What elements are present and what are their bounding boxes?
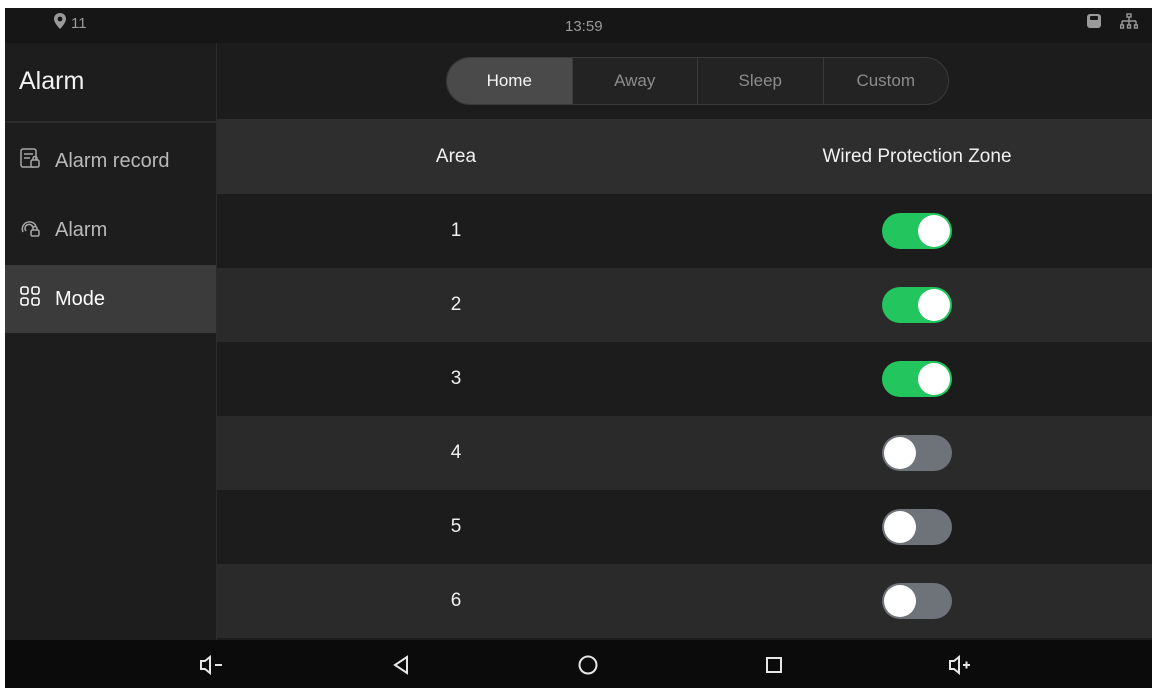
sidebar-divider — [5, 121, 216, 123]
table-row: 4 — [217, 416, 1152, 490]
status-bar: 11 13:59 — [5, 8, 1152, 43]
tab-custom[interactable]: Custom — [822, 58, 949, 104]
alarm-icon — [19, 216, 41, 244]
table-row: 3 — [217, 342, 1152, 416]
zone-cell — [695, 564, 1139, 638]
toggle-knob — [918, 215, 950, 247]
toggle-knob — [884, 437, 916, 469]
sidebar-item-mode[interactable]: Mode — [5, 265, 216, 333]
zone-toggle[interactable] — [882, 583, 952, 619]
table-header: Area Wired Protection Zone — [217, 119, 1152, 194]
sidebar-item-label: Mode — [55, 287, 106, 310]
zone-toggle[interactable] — [882, 213, 952, 249]
area-number: 1 — [450, 220, 462, 241]
toggle-knob — [884, 585, 916, 617]
device-screen: 11 13:59 Alarm Alarm record Alarm Mode H… — [5, 8, 1152, 688]
column-header-area: Area — [435, 145, 477, 167]
sidebar: Alarm Alarm record Alarm Mode — [5, 43, 217, 640]
toggle-knob — [918, 289, 950, 321]
area-number: 2 — [450, 294, 462, 315]
recents-icon[interactable] — [761, 652, 787, 678]
sidebar-item-label: Alarm — [55, 218, 108, 241]
zone-toggle[interactable] — [882, 435, 952, 471]
alarm-record-icon — [19, 147, 41, 175]
toggle-knob — [918, 363, 950, 395]
page-title: Alarm — [19, 67, 85, 95]
tab-home[interactable]: Home — [447, 58, 572, 104]
volume-down-icon[interactable] — [198, 652, 224, 678]
main-content: Home Away Sleep Custom Area Wired Protec… — [217, 43, 1152, 640]
network-icon — [1119, 13, 1139, 34]
navigation-bar — [5, 640, 1152, 688]
column-header-zone: Wired Protection Zone — [822, 145, 1012, 167]
zone-toggle[interactable] — [882, 361, 952, 397]
status-right — [1086, 13, 1139, 34]
toggle-knob — [884, 511, 916, 543]
mode-grid-icon — [19, 285, 41, 313]
back-icon[interactable] — [388, 652, 414, 678]
zone-cell — [695, 490, 1139, 564]
zone-cell — [695, 268, 1139, 342]
table-row: 2 — [217, 268, 1152, 342]
status-left: 11 — [53, 13, 87, 33]
zone-cell — [695, 342, 1139, 416]
tab-sleep[interactable]: Sleep — [697, 58, 823, 104]
zone-toggle[interactable] — [882, 509, 952, 545]
tab-away[interactable]: Away — [571, 58, 698, 104]
sidebar-item-alarm[interactable]: Alarm — [5, 196, 216, 264]
zone-toggle[interactable] — [882, 287, 952, 323]
sd-card-icon — [1086, 13, 1102, 34]
status-time: 13:59 — [565, 18, 603, 35]
area-number: 5 — [450, 516, 462, 537]
area-number: 3 — [450, 368, 462, 389]
mode-tabs: Home Away Sleep Custom — [446, 57, 949, 105]
zone-cell — [695, 416, 1139, 490]
table-row: 5 — [217, 490, 1152, 564]
location-count: 11 — [71, 14, 87, 32]
area-number: 6 — [450, 590, 462, 611]
location-pin-icon — [53, 13, 67, 33]
volume-up-icon[interactable] — [947, 652, 973, 678]
sidebar-item-label: Alarm record — [55, 149, 170, 172]
home-icon[interactable] — [575, 652, 601, 678]
table-row: 1 — [217, 194, 1152, 268]
sidebar-item-alarm-record[interactable]: Alarm record — [5, 127, 216, 195]
table-row: 6 — [217, 564, 1152, 638]
area-number: 4 — [450, 442, 462, 463]
zone-cell — [695, 194, 1139, 268]
